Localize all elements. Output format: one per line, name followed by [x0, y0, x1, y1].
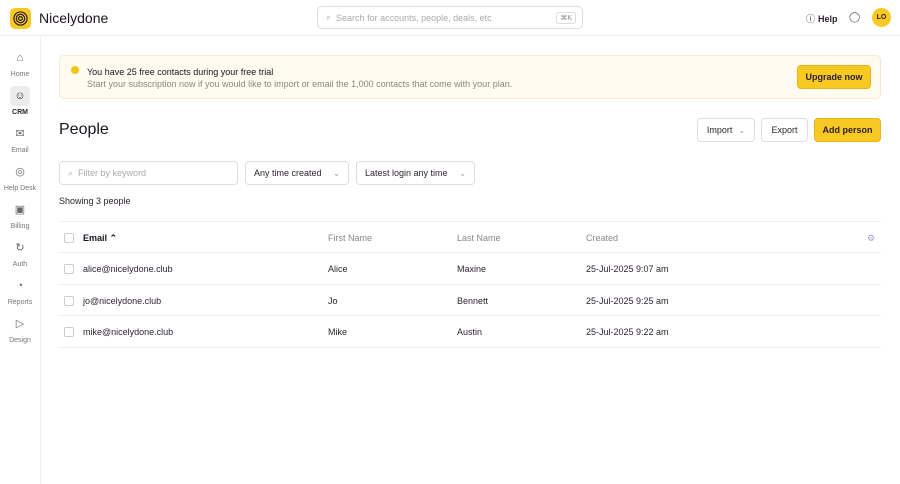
sidebar: ⌂ Home ☺ CRM ✉ Email ◎ Help Desk ▣ Billing ↻ Auth ◔ R…: [0, 36, 41, 484]
chat-icon[interactable]: ◯: [849, 12, 860, 23]
search-placeholder: Search for accounts, people, deals, etc: [336, 12, 492, 23]
sidebar-item-auth[interactable]: ↻ Auth: [3, 238, 37, 268]
last-name-cell: Maxine: [457, 264, 487, 274]
row-checkbox[interactable]: [64, 327, 74, 337]
email-icon: ✉: [15, 128, 25, 140]
sidebar-item-label: Home: [10, 71, 30, 78]
design-icon: ▷: [15, 318, 25, 330]
top-bar: Nicelydone ⌕ Search for accounts, people,…: [0, 0, 900, 36]
sidebar-item-billing[interactable]: ▣ Billing: [3, 200, 37, 230]
shortcut-badge: ⌘K: [556, 12, 576, 24]
login-filter-label: Latest login any time: [365, 168, 448, 178]
import-label: Import: [706, 125, 733, 135]
first-name-column-header[interactable]: First Name: [328, 233, 372, 243]
help-label: Help: [818, 13, 838, 24]
trial-banner: You have 25 free contacts during your fr…: [59, 55, 881, 99]
avatar[interactable]: LO: [872, 8, 891, 27]
created-filter-label: Any time created: [254, 168, 322, 178]
keyword-filter-input[interactable]: ⌕ Filter by keyword: [59, 161, 238, 185]
created-cell: 25-Jul-2025 9:07 am: [586, 264, 669, 274]
created-cell: 25-Jul-2025 9:25 am: [586, 295, 669, 306]
sidebar-item-help-desk[interactable]: ◎ Help Desk: [3, 162, 37, 192]
upgrade-button[interactable]: Upgrade now: [797, 65, 871, 89]
sidebar-item-label: CRM: [12, 109, 28, 116]
table-row[interactable]: mike@nicelydone.club Mike Austin 25-Jul-202…: [59, 315, 881, 347]
import-button[interactable]: Import ⌄: [697, 118, 755, 142]
question-icon: ⓘ: [806, 14, 816, 24]
sidebar-item-crm[interactable]: ☺ CRM: [3, 86, 37, 116]
row-checkbox[interactable]: [64, 264, 74, 274]
first-name-cell: Mike: [328, 327, 348, 337]
select-all-checkbox[interactable]: [64, 233, 74, 243]
chevron-down-icon: ⌄: [459, 168, 466, 178]
info-icon: [71, 66, 79, 74]
billing-icon: ▣: [14, 204, 26, 216]
chevron-down-icon: ⌄: [738, 125, 746, 135]
last-name-cell: Austin: [457, 327, 483, 337]
sidebar-item-label: Reports: [7, 299, 33, 306]
search-icon: ⌕: [326, 12, 332, 22]
first-name-cell: Jo: [328, 295, 338, 306]
last-name-cell: Bennett: [457, 295, 489, 306]
chevron-down-icon: ⌄: [333, 168, 340, 178]
search-icon: ⌕: [68, 167, 74, 178]
page-title: People: [59, 121, 109, 138]
sidebar-item-reports[interactable]: ◔ Reports: [3, 276, 37, 306]
reports-icon: ◔: [16, 280, 24, 292]
created-column-header[interactable]: Created: [586, 233, 618, 243]
row-checkbox[interactable]: [64, 295, 74, 306]
auth-icon: ↻: [15, 242, 25, 254]
help-button[interactable]: ⓘ Help: [806, 12, 838, 25]
results-count: Showing 3 people: [59, 196, 131, 206]
banner-title: You have 25 free contacts during your fr…: [87, 67, 274, 77]
keyword-placeholder: Filter by keyword: [78, 168, 147, 178]
app-logo[interactable]: [10, 8, 31, 29]
email-cell[interactable]: jo@nicelydone.club: [83, 296, 161, 306]
first-name-cell: Alice: [328, 264, 348, 274]
sidebar-item-label: Design: [9, 337, 31, 344]
help-desk-icon: ◎: [15, 166, 25, 178]
global-search-input[interactable]: ⌕ Search for accounts, people, deals, etc…: [317, 6, 583, 29]
sidebar-item-label: Billing: [10, 223, 30, 230]
email-cell[interactable]: alice@nicelydone.club: [83, 264, 173, 274]
sidebar-item-home[interactable]: ⌂ Home: [3, 48, 37, 78]
last-name-column-header[interactable]: Last Name: [457, 233, 501, 243]
table-row[interactable]: alice@nicelydone.club Alice Maxine 25-Jul-2…: [59, 252, 881, 284]
gear-icon[interactable]: ⚙: [867, 233, 875, 244]
sidebar-item-email[interactable]: ✉ Email: [3, 124, 37, 154]
add-person-button[interactable]: Add person: [814, 118, 881, 142]
home-icon: ⌂: [16, 52, 24, 64]
crm-icon: ☺: [10, 86, 30, 106]
export-button[interactable]: Export: [761, 118, 808, 142]
banner-subtitle: Start your subscription now if you would…: [87, 79, 513, 89]
table-row[interactable]: jo@nicelydone.club Jo Bennett 25-Jul-2025 9…: [59, 283, 881, 316]
created-filter-dropdown[interactable]: Any time created ⌄: [245, 161, 349, 185]
login-filter-dropdown[interactable]: Latest login any time ⌄: [356, 161, 475, 185]
sidebar-item-label: Auth: [12, 261, 28, 268]
app-name: Nicelydone: [39, 10, 109, 26]
created-cell: 25-Jul-2025 9:22 am: [586, 327, 669, 337]
table-bottom-divider: [59, 347, 881, 348]
sidebar-item-label: Email: [11, 147, 29, 154]
email-column-header[interactable]: Email ⌃: [83, 233, 117, 244]
table-header: Email ⌃ First Name Last Name Created ⚙: [59, 221, 881, 253]
sidebar-item-design[interactable]: ▷ Design: [3, 314, 37, 344]
sidebar-item-label: Help Desk: [3, 185, 37, 192]
email-cell[interactable]: mike@nicelydone.club: [83, 327, 173, 337]
